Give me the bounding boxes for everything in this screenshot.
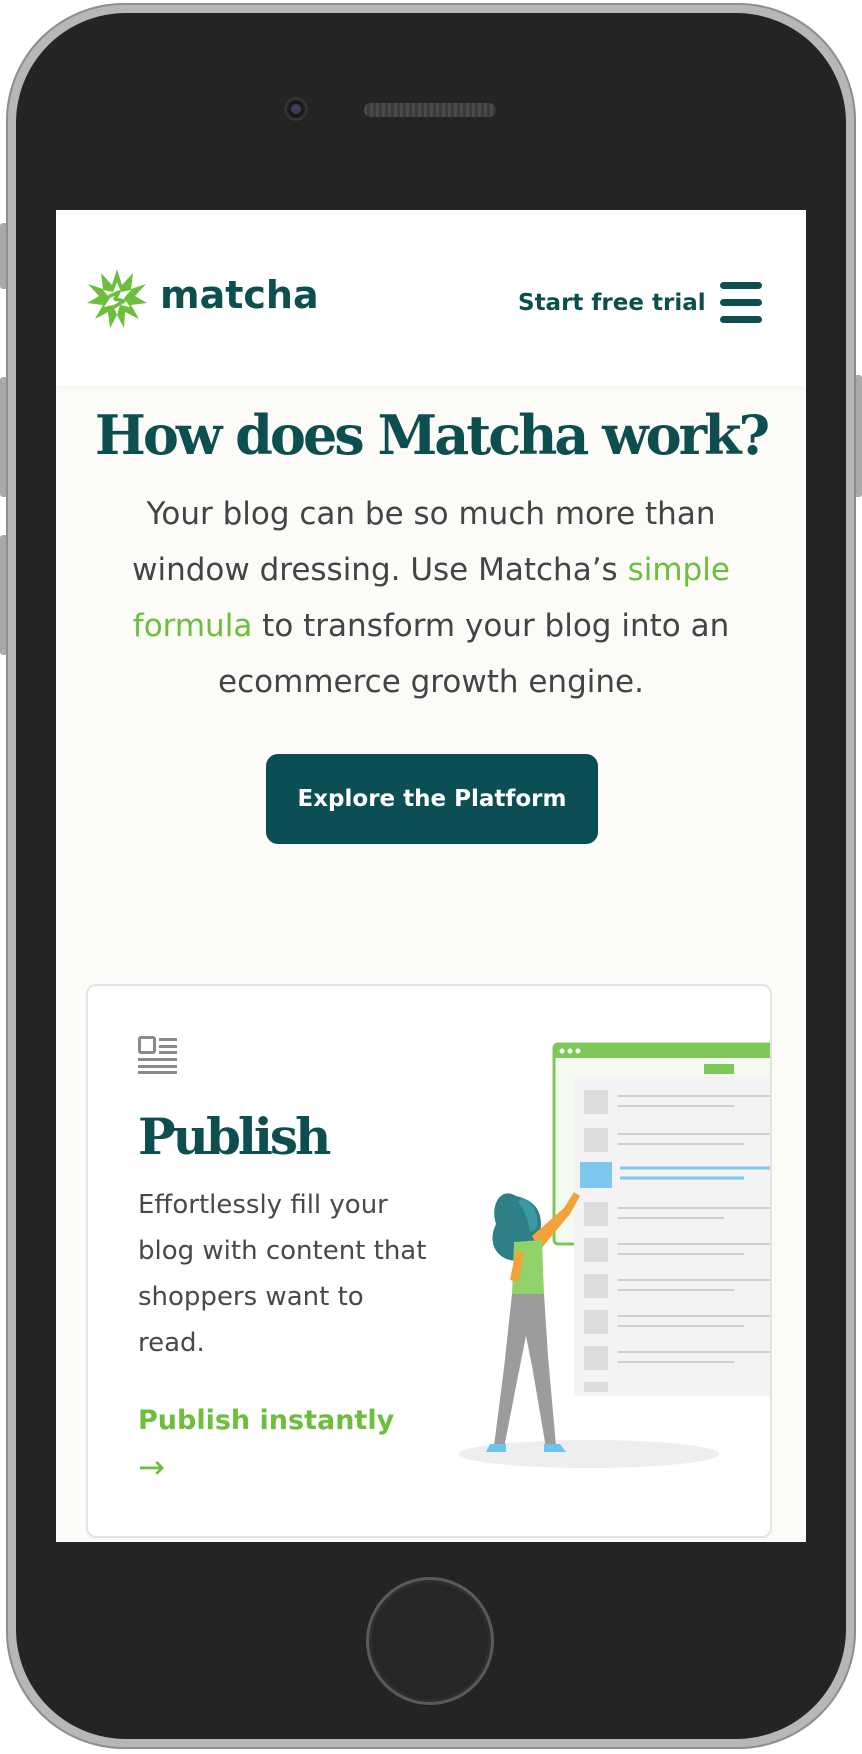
logo-wordmark[interactable]: matcha [160,270,319,320]
publish-feature-card: Publish Effortlessly fill your blog with… [86,984,772,1538]
device-frame: matcha Start free trial How does Matcha … [0,0,862,1754]
card-description: Effortlessly fill your blog with content… [138,1190,427,1358]
article-layout-icon [138,1036,177,1074]
screen: matcha Start free trial How does Matcha … [56,210,806,1542]
hero-copy-text-end: to transform your blog into an ecommerce… [218,608,730,700]
start-free-trial-link[interactable]: Start free trial [518,288,706,318]
card-title: Publish [138,1107,331,1166]
publish-instantly-label: Publish instantly [138,1405,395,1436]
matcha-star-icon[interactable] [86,268,148,330]
page-title: How does Matcha work? [94,403,770,467]
site-header: matcha Start free trial [56,210,806,386]
hamburger-menu-icon[interactable] [720,282,762,324]
speaker-grille-icon [364,103,496,117]
camera-icon [284,97,308,121]
publish-instantly-link[interactable]: Publish instantly → [138,1398,428,1490]
home-button-icon[interactable] [366,1577,494,1705]
explore-platform-button[interactable]: Explore the Platform [266,754,598,844]
hero-description: Your blog can be so much more than windo… [106,486,756,710]
arrow-right-icon: → [138,1448,165,1486]
woman-arranging-blog-posts-illustration [459,1042,770,1468]
